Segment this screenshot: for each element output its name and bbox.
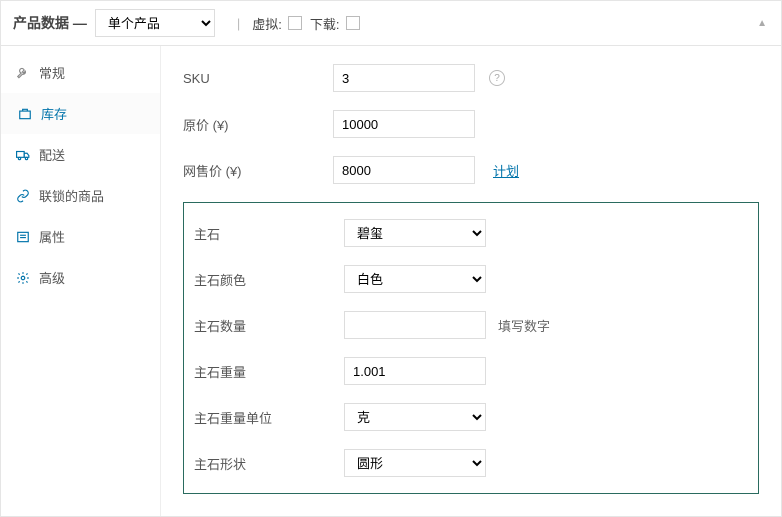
row-sku: SKU ? — [183, 64, 759, 92]
schedule-link[interactable]: 计划 — [493, 161, 519, 180]
sku-label: SKU — [183, 71, 333, 86]
main-stone-select[interactable]: 碧玺 — [344, 219, 486, 247]
row-stone-qty: 主石数量 填写数字 — [194, 311, 748, 339]
sidebar: 常规 库存 配送 联锁的商品 — [1, 46, 161, 516]
weight-unit-label: 主石重量单位 — [194, 408, 344, 427]
sidebar-item-attributes[interactable]: 属性 — [1, 216, 160, 257]
product-type-select[interactable]: 单个产品 — [95, 9, 215, 37]
orig-price-input[interactable] — [333, 110, 475, 138]
stone-weight-label: 主石重量 — [194, 362, 344, 381]
main-stone-label: 主石 — [194, 224, 344, 243]
download-label: 下载: — [310, 14, 340, 33]
orig-price-label: 原价 (¥) — [183, 115, 333, 134]
link-icon — [15, 188, 31, 204]
sidebar-item-inventory[interactable]: 库存 — [1, 93, 160, 134]
wrench-icon — [15, 65, 31, 81]
stone-qty-label: 主石数量 — [194, 316, 344, 335]
row-stone-weight: 主石重量 — [194, 357, 748, 385]
sidebar-item-label: 高级 — [39, 268, 65, 287]
sidebar-item-label: 常规 — [39, 63, 65, 82]
stone-shape-label: 主石形状 — [194, 454, 344, 473]
sidebar-item-label: 属性 — [39, 227, 65, 246]
stone-color-select[interactable]: 白色 — [344, 265, 486, 293]
sku-input[interactable] — [333, 64, 475, 92]
row-stone-shape: 主石形状 圆形 — [194, 449, 748, 477]
separator: | — [237, 16, 240, 31]
sale-price-input[interactable] — [333, 156, 475, 184]
sidebar-item-label: 库存 — [41, 104, 67, 123]
row-weight-unit: 主石重量单位 克 — [194, 403, 748, 431]
download-checkbox[interactable] — [346, 16, 360, 30]
stone-shape-select[interactable]: 圆形 — [344, 449, 486, 477]
attributes-box: 主石 碧玺 主石颜色 白色 主石数量 填写数字 主石重量 主石重 — [183, 202, 759, 494]
inventory-icon — [17, 106, 33, 122]
sidebar-item-label: 配送 — [39, 145, 65, 164]
content-area: SKU ? 原价 (¥) 网售价 (¥) 计划 主石 碧玺 主石颜色 — [161, 46, 781, 516]
truck-icon — [15, 147, 31, 163]
panel-header: 产品数据 — 单个产品 | 虚拟: 下载: ▲ — [1, 1, 781, 46]
stone-qty-hint: 填写数字 — [498, 316, 550, 335]
sidebar-item-linked[interactable]: 联锁的商品 — [1, 175, 160, 216]
sidebar-item-general[interactable]: 常规 — [1, 52, 160, 93]
panel-body: 常规 库存 配送 联锁的商品 — [1, 46, 781, 516]
product-data-panel: 产品数据 — 单个产品 | 虚拟: 下载: ▲ 常规 库存 — [0, 0, 782, 517]
row-main-stone: 主石 碧玺 — [194, 219, 748, 247]
gear-icon — [15, 270, 31, 286]
sale-price-label: 网售价 (¥) — [183, 161, 333, 180]
sidebar-item-shipping[interactable]: 配送 — [1, 134, 160, 175]
virtual-checkbox[interactable] — [288, 16, 302, 30]
panel-title: 产品数据 — — [13, 13, 87, 33]
collapse-toggle-icon[interactable]: ▲ — [757, 18, 767, 29]
row-stone-color: 主石颜色 白色 — [194, 265, 748, 293]
help-icon[interactable]: ? — [489, 70, 505, 86]
sidebar-item-advanced[interactable]: 高级 — [1, 257, 160, 298]
weight-unit-select[interactable]: 克 — [344, 403, 486, 431]
virtual-label: 虚拟: — [252, 14, 282, 33]
row-sale-price: 网售价 (¥) 计划 — [183, 156, 759, 184]
stone-weight-input[interactable] — [344, 357, 486, 385]
sidebar-item-label: 联锁的商品 — [39, 186, 104, 205]
stone-qty-input[interactable] — [344, 311, 486, 339]
list-icon — [15, 229, 31, 245]
stone-color-label: 主石颜色 — [194, 270, 344, 289]
row-orig-price: 原价 (¥) — [183, 110, 759, 138]
